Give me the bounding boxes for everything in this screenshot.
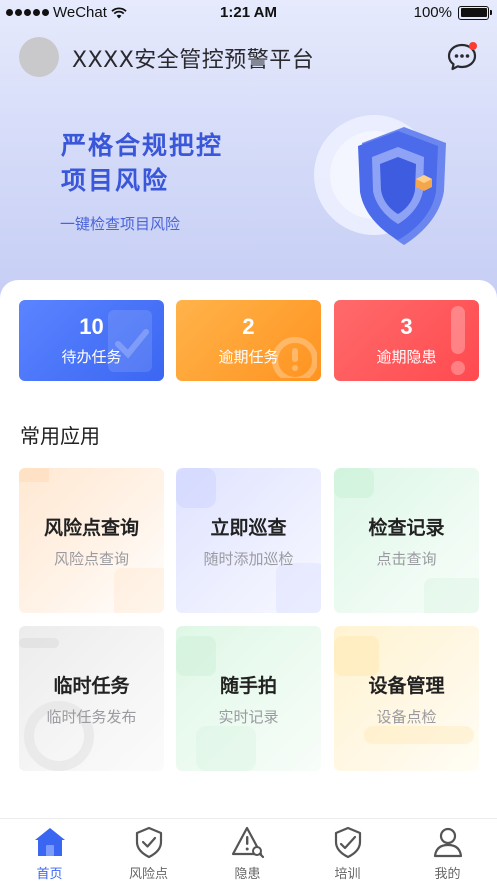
tile-subtitle: 风险点查询 [53, 550, 129, 568]
main-content: 10 待办任务 2 逾期任务 3 逾期隐患 常用应用 风险点查询 风险点查询 立… [0, 280, 497, 820]
app-tile-risk-query[interactable]: 风险点查询 风险点查询 [19, 468, 164, 613]
banner-subtitle: 一键检查项目风险 [60, 215, 181, 233]
slogan-line-1: 严格合规把控 [61, 131, 224, 160]
patrol-icon [176, 468, 321, 613]
message-button[interactable] [445, 40, 479, 74]
records-icon [334, 468, 479, 613]
stat-label: 待办任务 [61, 348, 122, 366]
warning-search-icon [231, 826, 264, 859]
stat-value: 3 [400, 314, 413, 339]
tile-title: 临时任务 [53, 675, 130, 697]
tile-subtitle: 随时添加巡检 [203, 550, 294, 568]
camera-icon [176, 636, 256, 771]
tab-label: 风险点 [128, 867, 168, 882]
training-shield-icon [334, 826, 361, 859]
tile-title: 设备管理 [368, 675, 445, 697]
tile-subtitle: 设备点检 [376, 708, 437, 726]
tab-training[interactable]: 培训 [298, 819, 397, 883]
task-icon [19, 638, 94, 771]
bottom-tab-bar: 首页 风险点 隐患 培训 我的 [0, 818, 497, 883]
user-icon [433, 827, 462, 858]
tab-hazards[interactable]: 隐患 [198, 819, 297, 883]
tab-label: 我的 [434, 867, 461, 882]
app-tile-equipment[interactable]: 设备管理 设备点检 [334, 626, 479, 771]
app-tile-temporary-task[interactable]: 临时任务 临时任务发布 [19, 626, 164, 771]
tab-risk-points[interactable]: 风险点 [99, 819, 198, 883]
tile-title: 风险点查询 [43, 517, 139, 539]
tab-label: 隐患 [234, 867, 261, 882]
section-title: 常用应用 [20, 424, 100, 448]
slogan-line-2: 项目风险 [61, 166, 170, 195]
app-tile-snapshot[interactable]: 随手拍 实时记录 [176, 626, 321, 771]
banner-slogan: 严格合规把控 项目风险 [61, 128, 223, 198]
tile-title: 检查记录 [368, 517, 445, 539]
stat-label: 逾期隐患 [376, 348, 437, 366]
stat-value: 10 [79, 314, 104, 339]
equipment-icon [334, 636, 474, 744]
app-header: XXXX安全管控预警平台 [0, 36, 497, 78]
shield-icon [314, 115, 446, 245]
battery-icon [458, 5, 492, 20]
stat-value: 2 [242, 314, 255, 339]
hero-banner: WeChat 1:21 AM 100% XXXX安全管控预警平台 严格合规把控 … [0, 0, 497, 310]
tab-home[interactable]: 首页 [0, 819, 99, 883]
battery-status: 100% [413, 4, 492, 21]
tile-subtitle: 点击查询 [376, 550, 437, 568]
stat-card-overdue-tasks[interactable]: 2 逾期任务 [176, 300, 321, 381]
shield-check-icon [135, 826, 162, 859]
stat-card-pending-tasks[interactable]: 10 待办任务 [19, 300, 164, 381]
status-bar: WeChat 1:21 AM 100% [0, 0, 497, 26]
page-title: XXXX安全管控预警平台 [72, 48, 315, 73]
tab-label: 首页 [36, 867, 63, 882]
app-tile-inspection-records[interactable]: 检查记录 点击查询 [334, 468, 479, 613]
tab-profile[interactable]: 我的 [398, 819, 497, 883]
stat-card-overdue-hazards[interactable]: 3 逾期隐患 [334, 300, 479, 381]
tile-subtitle: 临时任务发布 [46, 708, 137, 726]
avatar[interactable] [19, 37, 59, 77]
stat-label: 逾期任务 [218, 348, 279, 366]
battery-percent: 100% [413, 4, 452, 21]
chat-bubble-icon [447, 42, 477, 71]
tile-title: 随手拍 [219, 675, 277, 697]
app-tile-patrol[interactable]: 立即巡查 随时添加巡检 [176, 468, 321, 613]
document-icon [19, 468, 164, 613]
home-icon [34, 828, 65, 856]
tab-label: 培训 [334, 867, 361, 882]
tile-title: 立即巡查 [210, 517, 287, 539]
tile-subtitle: 实时记录 [218, 708, 279, 726]
